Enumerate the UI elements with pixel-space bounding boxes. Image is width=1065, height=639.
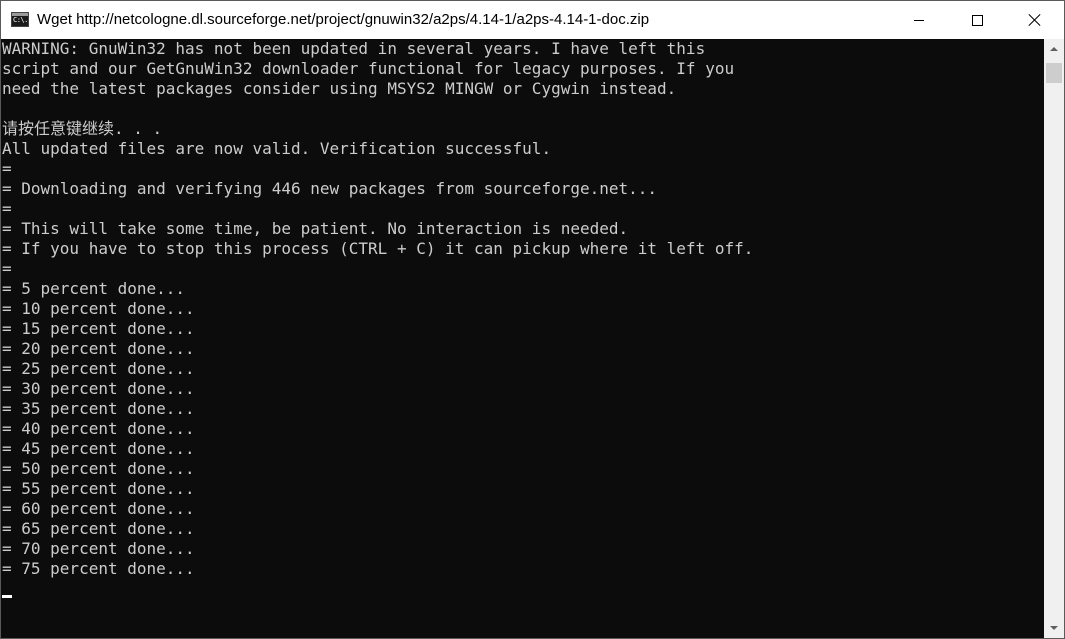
console-line: = 60 percent done... xyxy=(2,499,195,518)
console-line: = 65 percent done... xyxy=(2,519,195,538)
console-output-area[interactable]: WARNING: GnuWin32 has not been updated i… xyxy=(1,39,1044,638)
console-line: = 25 percent done... xyxy=(2,359,195,378)
console-icon[interactable]: C:\. xyxy=(11,12,29,27)
console-line: WARNING: GnuWin32 has not been updated i… xyxy=(2,39,706,58)
title-bar[interactable]: C:\. Wget http://netcologne.dl.sourcefor… xyxy=(1,1,1064,39)
console-line: = 55 percent done... xyxy=(2,479,195,498)
console-line: = If you have to stop this process (CTRL… xyxy=(2,239,754,258)
console-line: script and our GetGnuWin32 downloader fu… xyxy=(2,59,735,78)
maximize-icon xyxy=(971,14,983,26)
console-line: = xyxy=(2,259,12,278)
console-output: WARNING: GnuWin32 has not been updated i… xyxy=(2,39,753,579)
vertical-scrollbar[interactable] xyxy=(1044,39,1064,638)
console-line: = 70 percent done... xyxy=(2,539,195,558)
maximize-button[interactable] xyxy=(948,1,1006,39)
minimize-icon xyxy=(914,19,924,21)
console-line: = 20 percent done... xyxy=(2,339,195,358)
console-line: = 40 percent done... xyxy=(2,419,195,438)
console-line: 请按任意键继续. . . xyxy=(2,119,163,138)
console-line: = 15 percent done... xyxy=(2,319,195,338)
console-line: = 50 percent done... xyxy=(2,459,195,478)
console-line: = This will take some time, be patient. … xyxy=(2,219,629,238)
text-cursor xyxy=(2,595,12,598)
scroll-down-button[interactable] xyxy=(1044,618,1064,638)
console-line: All updated files are now valid. Verific… xyxy=(2,139,552,158)
console-line: = 35 percent done... xyxy=(2,399,195,418)
console-line: = 45 percent done... xyxy=(2,439,195,458)
arrow-down-icon xyxy=(1050,626,1058,630)
console-line: = 5 percent done... xyxy=(2,279,186,298)
scrollbar-thumb[interactable] xyxy=(1046,63,1062,83)
arrow-up-icon xyxy=(1050,47,1058,51)
window-title: Wget http://netcologne.dl.sourceforge.ne… xyxy=(37,11,650,28)
console-line: = xyxy=(2,159,12,178)
console-window: C:\. Wget http://netcologne.dl.sourcefor… xyxy=(0,0,1065,639)
console-line: = Downloading and verifying 446 new pack… xyxy=(2,179,658,198)
console-line: = xyxy=(2,199,12,218)
scroll-up-button[interactable] xyxy=(1044,39,1064,59)
close-button[interactable] xyxy=(1006,1,1064,39)
console-line: = 30 percent done... xyxy=(2,379,195,398)
console-line: need the latest packages consider using … xyxy=(2,79,677,98)
console-icon-text: C:\. xyxy=(13,16,28,24)
console-line: = 75 percent done... xyxy=(2,559,195,578)
close-icon xyxy=(1029,14,1041,26)
console-line: = 10 percent done... xyxy=(2,299,195,318)
minimize-button[interactable] xyxy=(890,1,948,39)
